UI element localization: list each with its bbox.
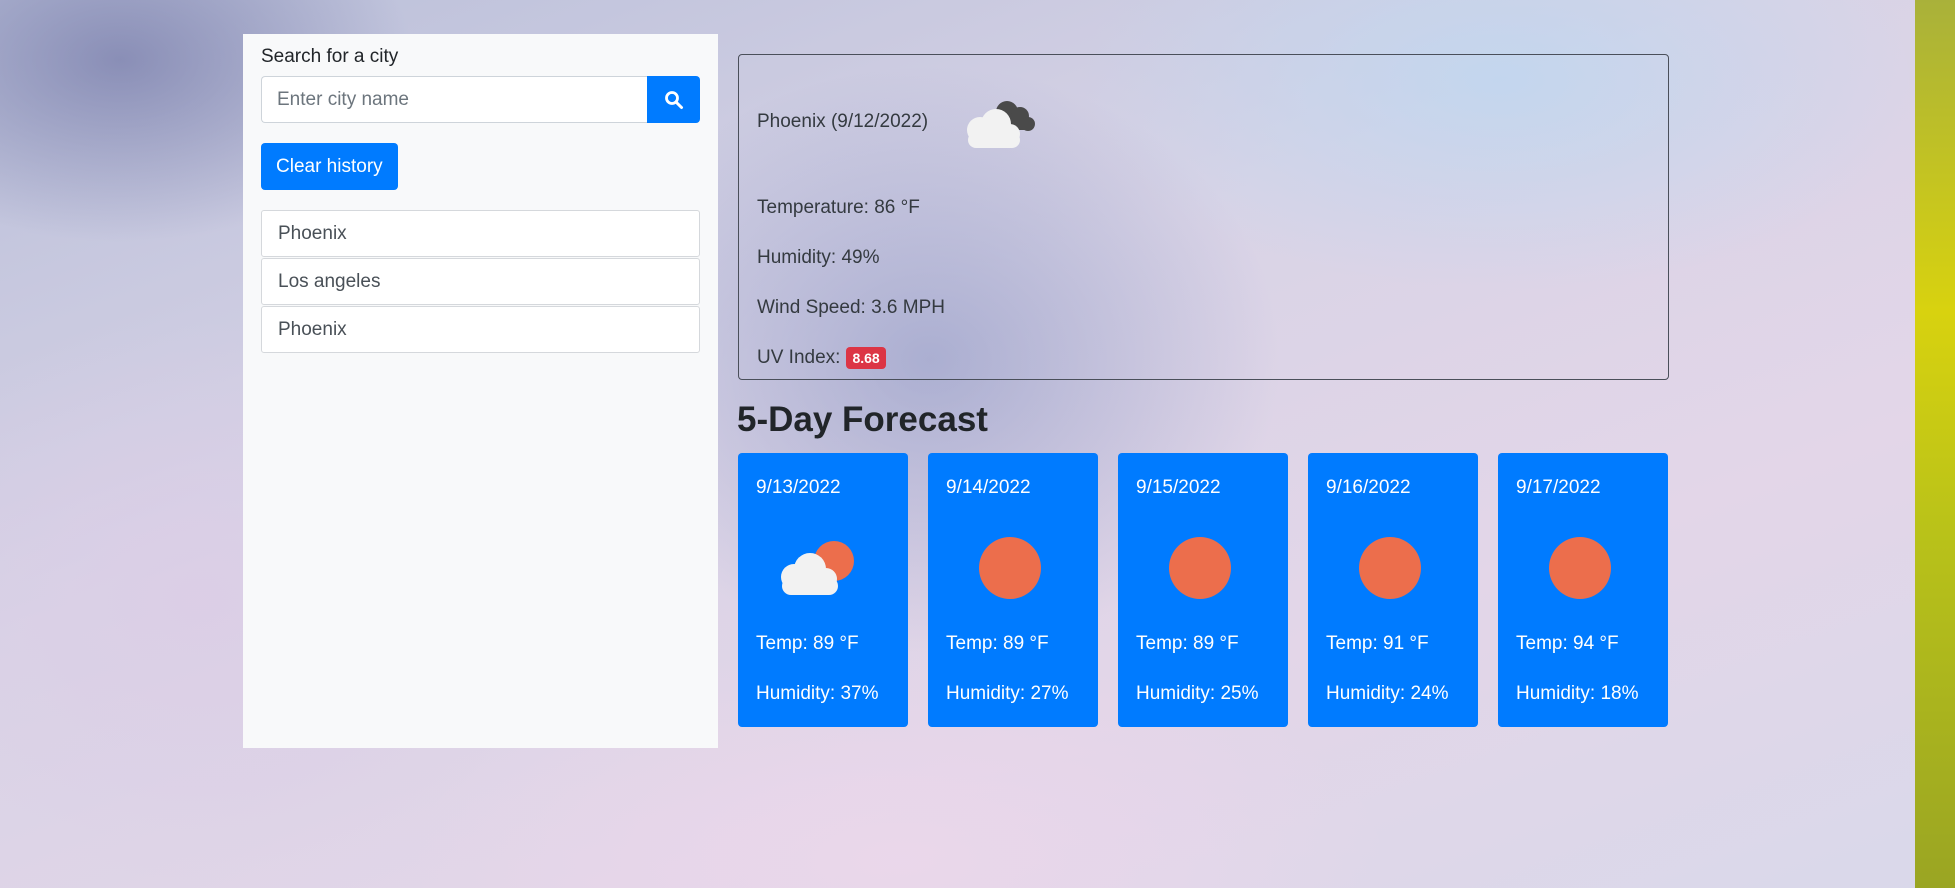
history-item[interactable]: Phoenix bbox=[261, 306, 700, 353]
forecast-date: 9/15/2022 bbox=[1136, 477, 1221, 498]
forecast-temp: Temp: 94 °F bbox=[1516, 633, 1619, 654]
current-weather-header: Phoenix (9/12/2022) bbox=[757, 55, 1650, 183]
forecast-date: 9/17/2022 bbox=[1516, 477, 1601, 498]
forecast-humidity: Humidity: 37% bbox=[756, 683, 879, 704]
forecast-humidity: Humidity: 24% bbox=[1326, 683, 1449, 704]
current-temperature: Temperature: 86 °F bbox=[757, 197, 920, 218]
forecast-date: 9/14/2022 bbox=[946, 477, 1031, 498]
current-weather-card: Phoenix (9/12/2022) Temperature: 86 °F H… bbox=[738, 54, 1669, 380]
history-list: Phoenix Los angeles Phoenix bbox=[261, 210, 700, 353]
background-edge bbox=[1915, 0, 1955, 888]
history-item[interactable]: Phoenix bbox=[261, 210, 700, 257]
sun-icon bbox=[1549, 537, 1611, 599]
city-search-input[interactable] bbox=[261, 76, 647, 123]
forecast-date: 9/13/2022 bbox=[756, 477, 841, 498]
forecast-card: 9/15/2022 Temp: 89 °F Humidity: 25% bbox=[1118, 453, 1288, 727]
sun-icon bbox=[1169, 537, 1231, 599]
sun-icon bbox=[1359, 537, 1421, 599]
forecast-row: 9/13/2022 Temp: 89 °F Humidity: 37% 9/14… bbox=[738, 453, 1668, 727]
forecast-temp: Temp: 89 °F bbox=[1136, 633, 1239, 654]
current-humidity: Humidity: 49% bbox=[757, 247, 880, 268]
forecast-title: 5-Day Forecast bbox=[737, 400, 988, 439]
forecast-card: 9/14/2022 Temp: 89 °F Humidity: 27% bbox=[928, 453, 1098, 727]
forecast-humidity: Humidity: 18% bbox=[1516, 683, 1639, 704]
current-uv-index: UV Index: 8.68 bbox=[757, 333, 1650, 383]
uv-index-badge: 8.68 bbox=[846, 347, 886, 369]
history-item[interactable]: Los angeles bbox=[261, 258, 700, 305]
forecast-temp: Temp: 91 °F bbox=[1326, 633, 1429, 654]
broken-clouds-icon bbox=[967, 101, 1036, 148]
clear-history-button[interactable]: Clear history bbox=[261, 143, 398, 190]
partly-cloudy-icon bbox=[781, 541, 854, 595]
sun-icon bbox=[979, 537, 1041, 599]
forecast-card: 9/17/2022 Temp: 94 °F Humidity: 18% bbox=[1498, 453, 1668, 727]
search-group bbox=[261, 76, 700, 123]
forecast-card: 9/13/2022 Temp: 89 °F Humidity: 37% bbox=[738, 453, 908, 727]
forecast-temp: Temp: 89 °F bbox=[946, 633, 1049, 654]
search-label: Search for a city bbox=[261, 46, 399, 67]
search-button[interactable] bbox=[647, 76, 700, 123]
forecast-card: 9/16/2022 Temp: 91 °F Humidity: 24% bbox=[1308, 453, 1478, 727]
sidebar: Search for a city Clear history Phoenix … bbox=[243, 34, 718, 748]
uv-index-label: UV Index: bbox=[757, 347, 841, 368]
forecast-temp: Temp: 89 °F bbox=[756, 633, 859, 654]
current-wind-speed: Wind Speed: 3.6 MPH bbox=[757, 297, 945, 318]
search-icon bbox=[664, 90, 683, 109]
forecast-humidity: Humidity: 27% bbox=[946, 683, 1069, 704]
forecast-date: 9/16/2022 bbox=[1326, 477, 1411, 498]
current-city-title: Phoenix (9/12/2022) bbox=[757, 111, 929, 132]
forecast-humidity: Humidity: 25% bbox=[1136, 683, 1259, 704]
